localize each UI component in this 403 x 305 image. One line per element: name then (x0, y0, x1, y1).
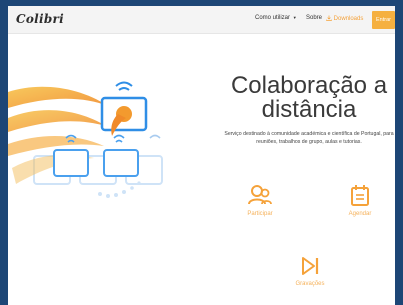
calendar-icon (351, 185, 369, 206)
nav-downloads[interactable]: Downloads (326, 15, 363, 22)
nav-como-utilizar-label: Como utilizar (255, 15, 291, 21)
play-next-icon (302, 257, 319, 275)
chevron-down-icon: ▼ (292, 15, 297, 20)
nav-sobre[interactable]: Sobre (306, 15, 322, 21)
feature-participar[interactable]: Participar (235, 184, 285, 217)
hero-subtitle: Serviço destinado à comunidade académica… (224, 131, 394, 145)
brand-logo[interactable]: Colibri (16, 12, 64, 26)
nav-downloads-label: Downloads (333, 16, 364, 22)
feature-participar-label: Participar (247, 211, 273, 217)
download-icon (326, 15, 332, 21)
page-frame: Colibri Como utilizar ▼ Sobre Downloads … (8, 6, 395, 305)
feature-gravacoes[interactable]: Gravações (285, 256, 335, 287)
feature-gravacoes-label: Gravações (295, 281, 325, 287)
nav-como-utilizar[interactable]: Como utilizar ▼ (255, 15, 297, 21)
hero-illustration (8, 81, 163, 198)
entrar-button[interactable]: Entrar (372, 11, 395, 29)
top-navbar: Colibri Como utilizar ▼ Sobre Downloads … (8, 6, 395, 34)
feature-agendar-label: Agendar (348, 211, 372, 217)
hero-title: Colaboração a distância (230, 72, 388, 123)
users-icon (248, 185, 272, 205)
feature-agendar[interactable]: Agendar (335, 184, 385, 217)
